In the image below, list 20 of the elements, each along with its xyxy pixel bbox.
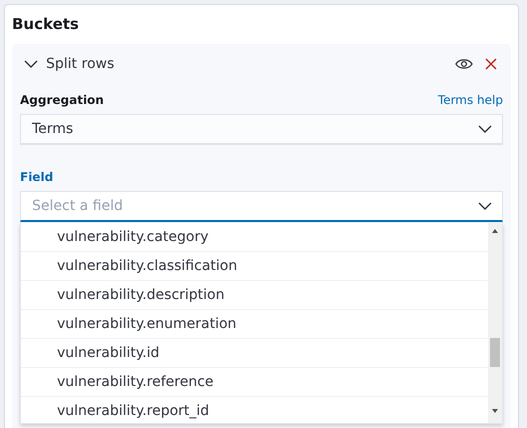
scroll-up-icon[interactable] xyxy=(492,229,498,233)
scroll-thumb[interactable] xyxy=(490,338,500,367)
remove-button[interactable] xyxy=(485,58,497,70)
field-option[interactable]: vulnerability.id xyxy=(21,339,488,368)
toggle-visibility-button[interactable] xyxy=(455,57,473,71)
field-label: Field xyxy=(20,170,54,184)
field-option[interactable]: vulnerability.description xyxy=(21,281,488,310)
help-link[interactable]: Terms help xyxy=(438,93,503,107)
field-option[interactable]: vulnerability.category xyxy=(21,223,488,252)
field-option[interactable]: vulnerability.reference xyxy=(21,368,488,397)
scroll-down-icon[interactable] xyxy=(492,409,498,413)
eye-icon xyxy=(455,57,473,71)
close-icon xyxy=(485,58,497,70)
aggregation-select[interactable]: Terms xyxy=(20,114,503,145)
field-label: Aggregation xyxy=(20,93,104,107)
section-title: Buckets xyxy=(12,15,80,33)
field-option[interactable]: vulnerability.enumeration xyxy=(21,310,488,339)
field-option[interactable]: vulnerability.classification xyxy=(21,252,488,281)
scrollbar[interactable] xyxy=(488,223,502,423)
bucket-title: Split rows xyxy=(46,56,116,72)
